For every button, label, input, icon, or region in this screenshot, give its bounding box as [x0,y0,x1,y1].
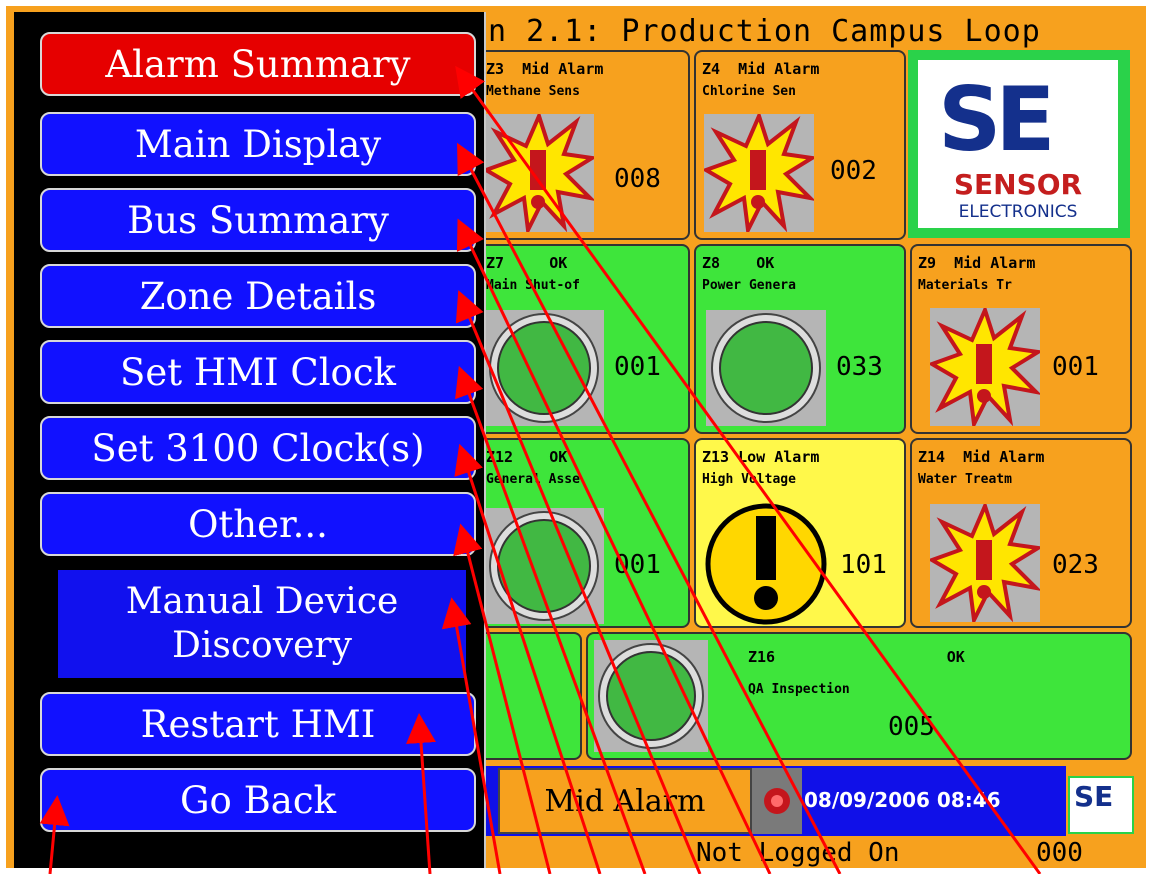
main-display-button[interactable]: Main Display [40,112,476,176]
set-3100-clocks-button[interactable]: Set 3100 Clock(s) [40,416,476,480]
zone-name: Materials Tr [918,278,1012,293]
logo-panel: SE SENSOR ELECTRONICS [918,60,1118,228]
bus-summary-button[interactable]: Bus Summary [40,188,476,252]
mini-logo-text: SE [1074,780,1114,813]
explosion-alarm-icon [701,110,818,237]
zone-name: Water Treatm [918,472,1012,487]
zone-count: 005 [888,712,935,742]
operator-number: 000 [1036,838,1083,868]
zone-count: 101 [840,550,887,580]
zone-tile-z8[interactable]: Z8 OK Power Genera 033 [694,244,906,434]
zone-name: High Voltage [702,472,796,487]
zone-name: Methane Sens [486,84,580,99]
zone-header: Z9 Mid Alarm [918,254,1036,272]
logo-sensor-text: SENSOR [953,168,1083,201]
zone-name: Main Shut-of [486,278,580,293]
zone-header: Z4 Mid Alarm [702,60,820,78]
other-button[interactable]: Other... [40,492,476,556]
zone-tile-partial[interactable] [478,632,582,760]
go-back-button[interactable]: Go Back [40,768,476,832]
zone-count: 008 [614,164,661,194]
zone-header: Z3 Mid Alarm [486,60,604,78]
overlay-menu: Alarm Summary Main Display Bus Summary Z… [14,12,486,868]
zone-header: Z12 OK [486,448,568,466]
green-indicator-icon [594,640,708,752]
zone-header: Z14 Mid Alarm [918,448,1045,466]
green-indicator-icon [484,310,604,426]
restart-hmi-button[interactable]: Restart HMI [40,692,476,756]
zone-count: 002 [830,156,877,186]
zone-tile-z3[interactable]: Z3 Mid Alarm Methane Sens 008 [478,50,690,240]
sensor-electronics-logo: SE SENSOR ELECTRONICS [908,50,1130,238]
zone-name: General Asse [486,472,580,487]
zone-tile-z13[interactable]: Z13 Low Alarm High Voltage 101 [694,438,906,628]
zone-tile-z16[interactable]: Z16 OK QA Inspection 005 [586,632,1132,760]
zone-count: 001 [1052,352,1099,382]
explosion-alarm-icon [927,304,1044,431]
zone-header: Z7 OK [486,254,568,272]
button-label-line1: Manual Device [125,581,399,622]
zone-header: Z13 Low Alarm [702,448,820,466]
logo-electronics-text: ELECTRONICS [958,202,1078,222]
zone-tile-z12[interactable]: Z12 OK General Asse 001 [478,438,690,628]
mini-logo: SE [1068,776,1134,834]
login-status[interactable]: Not Logged On [696,838,900,868]
zone-tile-z9[interactable]: Z9 Mid Alarm Materials Tr 001 [910,244,1132,434]
manual-device-discovery-button[interactable]: Manual Device Discovery [58,570,466,678]
current-alarm-status: Mid Alarm [498,768,752,834]
zone-count: 001 [614,550,661,580]
zone-name: QA Inspection [748,682,850,697]
logo-se-text: SE [938,68,1055,171]
page-title: n 2.1: Production Campus Loop [488,14,1041,49]
zone-count: 033 [836,352,883,382]
zone-tile-z7[interactable]: Z7 OK Main Shut-of 001 [478,244,690,434]
hmi-display: n 2.1: Production Campus Loop Z3 Mid Ala… [6,6,1146,868]
zone-name: Power Genera [702,278,796,293]
zone-name: Chlorine Sen [702,84,796,99]
explosion-alarm-icon [481,110,598,237]
date-time: 08/09/2006 08:46 [804,788,1001,812]
alarm-bell-icon[interactable] [752,768,802,834]
zone-header: Z16 OK [748,648,965,666]
button-label-line2: Discovery [172,625,352,666]
zone-tile-z14[interactable]: Z14 Mid Alarm Water Treatm 023 [910,438,1132,628]
zone-header: Z8 OK [702,254,775,272]
screen: n 2.1: Production Campus Loop Z3 Mid Ala… [0,0,1152,874]
green-indicator-icon [706,310,826,426]
explosion-alarm-icon [927,500,1044,626]
zone-details-button[interactable]: Zone Details [40,264,476,328]
zone-tile-z4[interactable]: Z4 Mid Alarm Chlorine Sen 002 [694,50,906,240]
zone-count: 023 [1052,550,1099,580]
alarm-summary-button[interactable]: Alarm Summary [40,32,476,96]
set-hmi-clock-button[interactable]: Set HMI Clock [40,340,476,404]
green-indicator-icon [484,508,604,624]
exclamation-circle-icon [704,502,828,626]
zone-count: 001 [614,352,661,382]
